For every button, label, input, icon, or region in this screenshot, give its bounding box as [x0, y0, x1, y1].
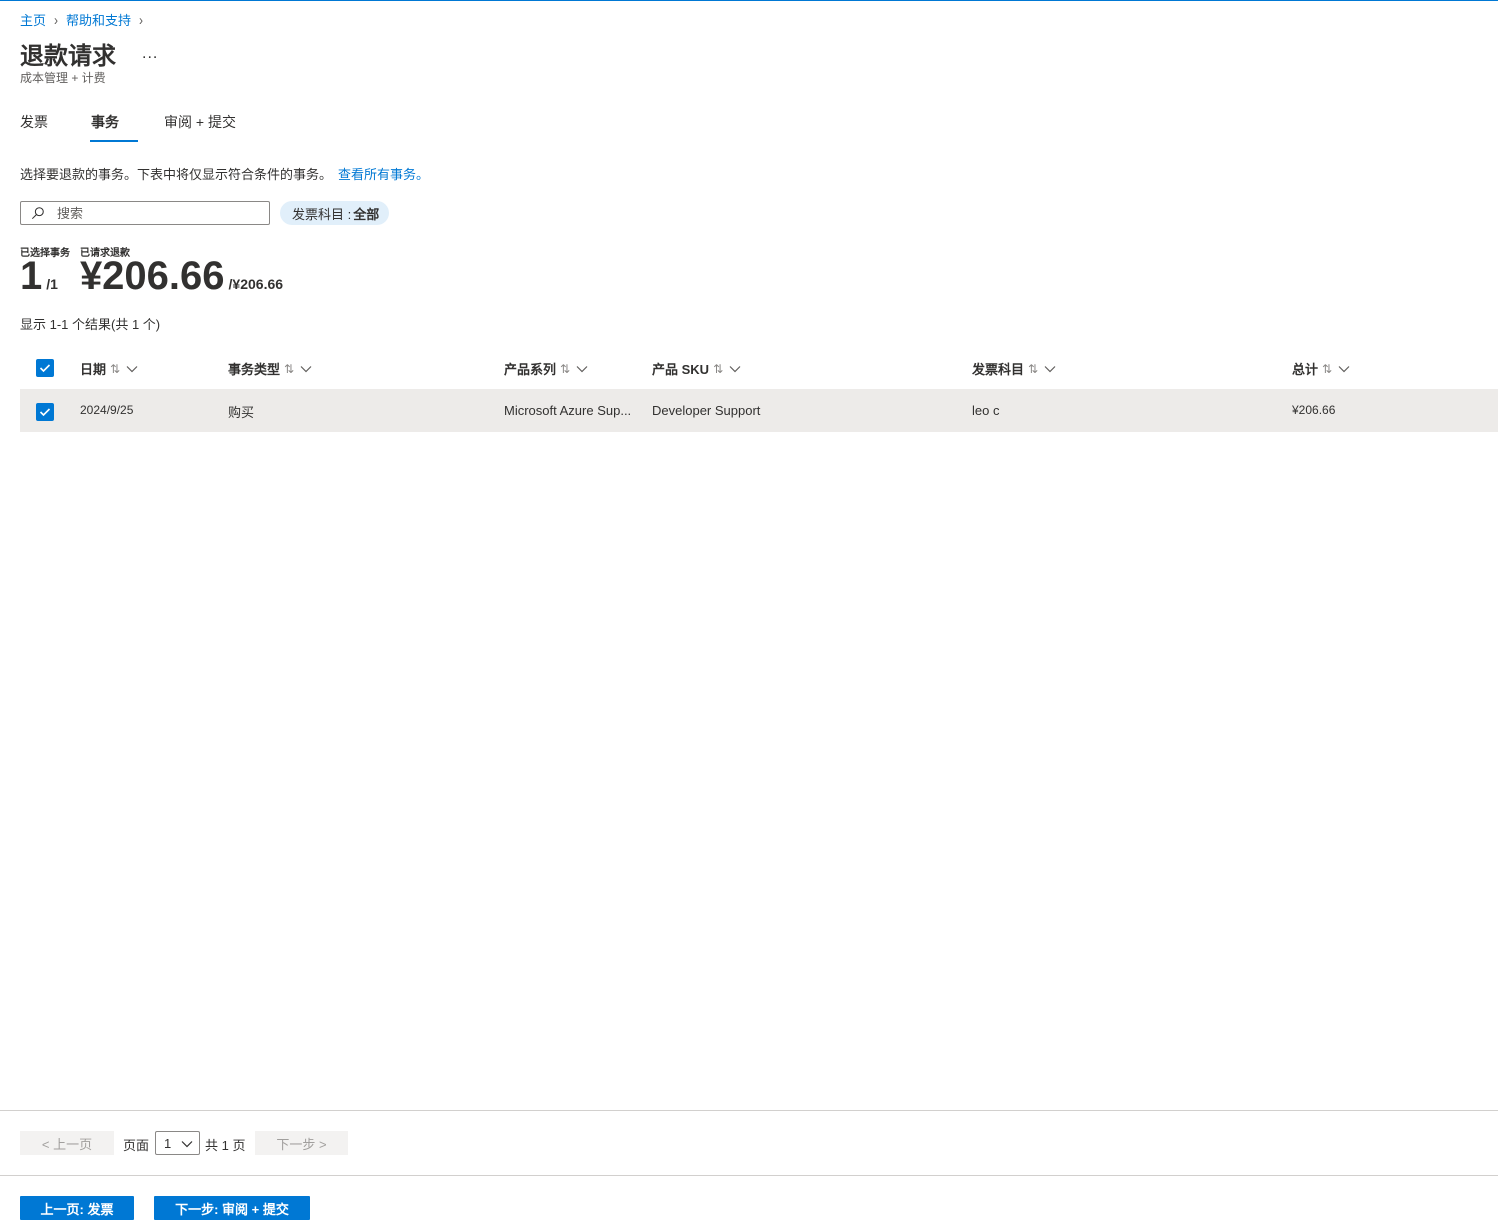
checkmark-icon — [39, 364, 51, 373]
view-all-transactions-link[interactable]: 查看所有事务。 — [338, 167, 429, 182]
filter-label: 发票科目 : — [292, 206, 352, 222]
breadcrumb: 主页 › 帮助和支持 › — [20, 10, 151, 29]
chevron-right-icon: › — [139, 11, 144, 28]
column-label: 发票科目 — [972, 362, 1025, 377]
column-label: 日期 — [80, 362, 107, 377]
page-title: 退款请求 — [20, 43, 116, 70]
page-subtitle: 成本管理 + 计费 — [20, 71, 106, 85]
column-header-total[interactable]: 总计 ⇅ — [1292, 359, 1350, 378]
description: 选择要退款的事务。下表中将仅显示符合条件的事务。 查看所有事务。 — [20, 164, 429, 183]
chevron-down-icon[interactable] — [300, 365, 312, 373]
selected-total: /1 — [46, 276, 58, 292]
tab-transactions[interactable]: 事务 — [90, 112, 138, 142]
sort-icon[interactable]: ⇅ — [1028, 362, 1038, 376]
table-header: 日期 ⇅ 事务类型 ⇅ 产品系列 ⇅ 产品 SKU ⇅ 发票科目 ⇅ 总计 ⇅ — [20, 350, 1498, 386]
page-label: 页面 — [123, 1138, 150, 1153]
description-text: 选择要退款的事务。下表中将仅显示符合条件的事务。 — [20, 167, 333, 182]
chevron-down-icon[interactable] — [576, 365, 588, 373]
previous-step-button[interactable]: 上一页: 发票 — [20, 1196, 134, 1220]
page-select[interactable]: 1 — [155, 1131, 200, 1155]
sort-icon[interactable]: ⇅ — [284, 362, 294, 376]
chevron-down-icon[interactable] — [1338, 365, 1350, 373]
column-label: 事务类型 — [228, 362, 281, 377]
column-label: 总计 — [1292, 362, 1319, 377]
refund-amount: ¥206.66 — [79, 254, 225, 298]
cell-invoice-account: leo c — [972, 403, 1000, 418]
chevron-right-icon: › — [54, 11, 59, 28]
row-checkbox[interactable] — [36, 403, 54, 421]
top-accent-line — [0, 0, 1498, 1]
search-input[interactable] — [57, 205, 237, 221]
next-step-button[interactable]: 下一步: 审阅 + 提交 — [154, 1196, 310, 1220]
sort-icon[interactable]: ⇅ — [110, 362, 120, 376]
table-row[interactable]: 2024/9/25 购买 Microsoft Azure Sup... Deve… — [20, 389, 1498, 432]
refund-total: /¥206.66 — [228, 276, 284, 292]
page-total: 共 1 页 — [205, 1138, 246, 1153]
cell-transaction-type: 购买 — [228, 405, 255, 420]
sort-icon[interactable]: ⇅ — [1322, 362, 1332, 376]
title-row: 退款请求 ... — [20, 36, 158, 71]
results-count: 显示 1-1 个结果(共 1 个) — [20, 317, 161, 332]
checkmark-icon — [39, 408, 51, 417]
chevron-down-icon[interactable] — [1044, 365, 1056, 373]
invoice-account-filter[interactable]: 发票科目 : 全部 — [280, 201, 390, 225]
column-header-date[interactable]: 日期 ⇅ — [80, 359, 138, 378]
column-label: 产品 SKU — [652, 362, 710, 377]
search-box[interactable] — [20, 201, 270, 225]
page-select-value: 1 — [164, 1135, 172, 1151]
pagination-bar: < 上一页 页面 1 共 1 页 下一步 > — [0, 1110, 1498, 1176]
chevron-down-icon — [181, 1141, 193, 1148]
breadcrumb-help-link[interactable]: 帮助和支持 — [66, 10, 131, 29]
sort-icon[interactable]: ⇅ — [713, 362, 723, 376]
select-all-checkbox[interactable] — [36, 359, 54, 377]
chevron-down-icon[interactable] — [126, 365, 138, 373]
next-page-button[interactable]: 下一步 > — [255, 1131, 348, 1155]
stat-values: 1 /1 ¥206.66 /¥206.66 — [20, 254, 283, 299]
chevron-down-icon[interactable] — [729, 365, 741, 373]
filter-value: 全部 — [353, 206, 380, 222]
breadcrumb-home-link[interactable]: 主页 — [20, 10, 46, 29]
tab-review-submit[interactable]: 审阅 + 提交 — [164, 112, 236, 142]
column-header-product-family[interactable]: 产品系列 ⇅ — [504, 359, 588, 378]
cell-product-sku: Developer Support — [652, 403, 761, 418]
column-header-invoice-account[interactable]: 发票科目 ⇅ — [972, 359, 1056, 378]
column-label: 产品系列 — [504, 362, 557, 377]
cell-date: 2024/9/25 — [80, 403, 134, 417]
column-header-transaction-type[interactable]: 事务类型 ⇅ — [228, 359, 312, 378]
tab-invoice[interactable]: 发票 — [20, 112, 48, 142]
wizard-tabs: 发票 事务 审阅 + 提交 — [20, 112, 236, 142]
cell-product-family: Microsoft Azure Sup... — [504, 403, 632, 418]
prev-page-button[interactable]: < 上一页 — [20, 1131, 114, 1155]
cell-total: ¥206.66 — [1292, 403, 1336, 417]
column-header-product-sku[interactable]: 产品 SKU ⇅ — [652, 359, 741, 378]
selected-count: 1 — [20, 254, 43, 298]
sort-icon[interactable]: ⇅ — [560, 362, 570, 376]
more-options-button[interactable]: ... — [142, 45, 158, 63]
search-icon — [31, 207, 44, 220]
